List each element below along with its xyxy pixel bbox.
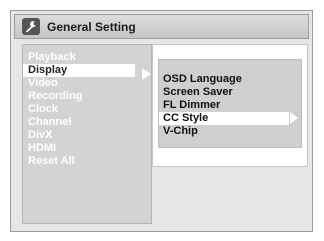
submenu-item-osd-language[interactable]: OSD Language: [159, 73, 289, 86]
menu-item-recording[interactable]: Recording: [23, 90, 135, 103]
wrench-icon: [22, 18, 40, 35]
menu-item-clock[interactable]: Clock: [23, 103, 135, 116]
menu-item-video[interactable]: Video: [23, 77, 135, 90]
category-menu: Playback Display Video Recording Clock C…: [22, 44, 152, 224]
menu-item-hdmi[interactable]: HDMI: [23, 142, 135, 155]
menu-item-channel[interactable]: Channel: [23, 116, 135, 129]
menu-item-playback[interactable]: Playback: [23, 51, 135, 64]
menu-item-reset-all[interactable]: Reset All: [23, 155, 135, 168]
submenu-panel: OSD Language Screen Saver FL Dimmer CC S…: [152, 44, 308, 167]
settings-screen: General Setting Playback Display Video R…: [10, 10, 313, 232]
selection-arrow-icon: [142, 68, 151, 80]
submenu-item-screen-saver[interactable]: Screen Saver: [159, 86, 289, 99]
submenu-item-v-chip[interactable]: V-Chip: [159, 125, 289, 138]
submenu-list: OSD Language Screen Saver FL Dimmer CC S…: [158, 59, 302, 148]
submenu-item-cc-style[interactable]: CC Style: [159, 112, 289, 125]
page-title: General Setting: [47, 20, 136, 34]
menu-item-divx[interactable]: DivX: [23, 129, 135, 142]
menu-item-display[interactable]: Display: [23, 64, 135, 77]
header-bar: General Setting: [14, 14, 309, 39]
submenu-item-fl-dimmer[interactable]: FL Dimmer: [159, 99, 289, 112]
submenu-arrow-icon: [290, 112, 298, 124]
